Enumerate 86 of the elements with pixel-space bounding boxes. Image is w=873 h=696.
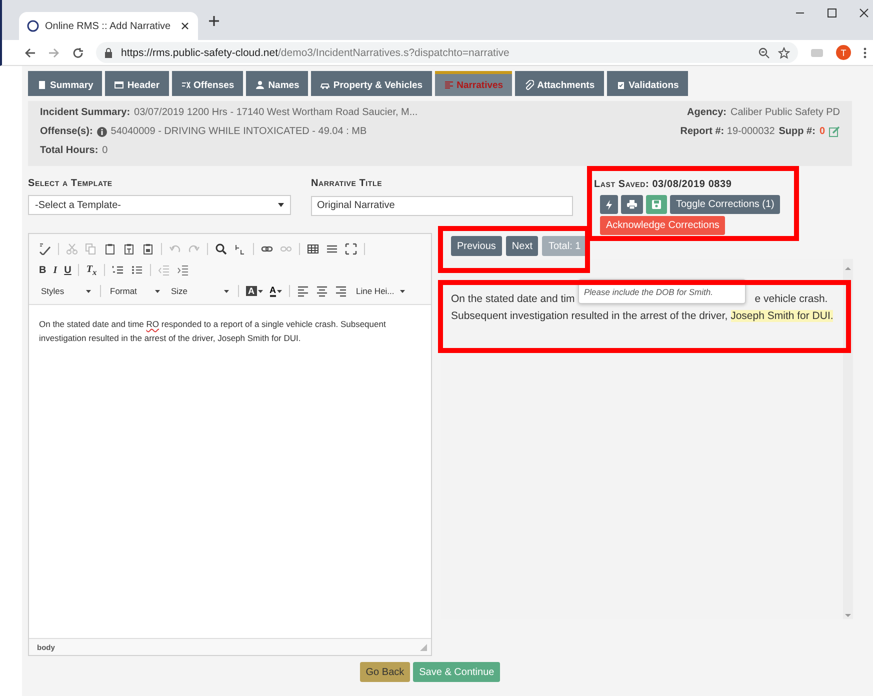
bold-button[interactable]: B <box>39 264 46 276</box>
caret-icon <box>277 290 282 292</box>
numbered-list-icon[interactable] <box>112 264 124 276</box>
clipboard-icon <box>616 80 626 90</box>
template-select[interactable]: -Select a Template- <box>28 195 291 215</box>
loading-icon <box>27 20 39 32</box>
supp-value: 0 <box>819 126 825 137</box>
save-button[interactable] <box>646 195 667 214</box>
total-count: Total: 1 <box>542 236 587 256</box>
browser-tab[interactable]: Online RMS :: Add Narrative <box>19 12 198 40</box>
align-right-icon[interactable] <box>335 285 347 297</box>
clear-format-button[interactable]: T$_{x}$ <box>86 264 97 276</box>
go-back-button[interactable]: Go Back <box>360 662 410 682</box>
nav-tab[interactable]: Header <box>105 71 169 96</box>
editor-text[interactable]: On the stated date and time RO responded to a report of a single vehicle crash. Subsequent investigation resulted in the arrest of the driver, Joseph Smith for DUI. <box>29 305 431 638</box>
printer-icon <box>627 200 637 209</box>
narrative-title-label: Narrative Title <box>311 178 384 189</box>
horizontal-line-icon[interactable] <box>326 243 338 255</box>
star-icon[interactable] <box>778 46 790 58</box>
toggle-corrections-button[interactable]: Toggle Corrections (1) <box>670 195 780 214</box>
profile-avatar[interactable]: T <box>836 45 851 60</box>
back-icon[interactable] <box>24 46 36 58</box>
nav-tab[interactable]: Offenses <box>172 71 244 96</box>
lightning-button[interactable] <box>600 195 618 214</box>
nav-tab[interactable]: Names <box>246 71 308 96</box>
line-height-dropdown[interactable]: Line Hei... <box>354 286 408 296</box>
report-number: Report #: 19-000032 <box>680 126 775 137</box>
lightning-icon <box>606 200 612 210</box>
size-dropdown[interactable]: Size <box>169 286 231 296</box>
text-color-button[interactable]: A <box>270 285 282 297</box>
menu-icon[interactable] <box>863 46 867 58</box>
maximize-icon[interactable] <box>827 8 837 18</box>
format-dropdown[interactable]: Format <box>108 286 162 296</box>
narrative-title-field[interactable]: Original Narrative <box>311 196 573 216</box>
zoom-out-icon[interactable] <box>758 46 770 58</box>
paste-text-icon[interactable] <box>123 243 135 255</box>
spellcheck-icon[interactable] <box>39 243 51 255</box>
plus-icon[interactable] <box>208 15 220 27</box>
close-icon[interactable] <box>859 8 869 18</box>
table-icon[interactable] <box>307 243 319 255</box>
fullscreen-icon[interactable] <box>345 243 357 255</box>
caret-icon <box>224 290 229 292</box>
previous-button[interactable]: Previous <box>451 236 502 256</box>
search-icon[interactable] <box>215 243 227 255</box>
narrative-text: On the stated date and tim <box>451 293 575 305</box>
last-saved: Last Saved: 03/08/2019 0839 <box>594 179 733 190</box>
nav-tab[interactable]: Attachments <box>515 71 604 96</box>
nav-tab[interactable]: Validations <box>606 71 688 96</box>
header-icon <box>114 80 124 90</box>
align-left-icon[interactable] <box>297 285 309 297</box>
italic-button[interactable]: I <box>53 264 58 276</box>
nav-tab[interactable]: Summary <box>28 71 102 96</box>
list-icon <box>444 80 454 90</box>
caret-icon <box>86 290 91 292</box>
indent-icon[interactable] <box>176 264 189 276</box>
incident-summary: Incident Summary: 03/07/2019 1200 Hrs - 17140 West Wortham Road Saucier, M... <box>40 107 418 118</box>
caret-icon <box>258 290 262 292</box>
caret-icon <box>400 290 406 292</box>
bullet-list-icon[interactable] <box>130 264 143 276</box>
supp-label: Supp #: <box>778 126 816 137</box>
template-label: Select a Template <box>28 178 114 189</box>
narrative-text: Subsequent investigation resulted in the arrest of the driver, Joseph Smith for DUI. <box>451 310 834 322</box>
next-button[interactable]: Next <box>506 236 538 256</box>
total-hours: Total Hours: 0 <box>40 145 109 156</box>
underline-button[interactable]: U <box>64 264 72 276</box>
agency: Agency: Caliber Public Safety PD <box>687 107 840 118</box>
close-icon[interactable] <box>180 21 190 31</box>
lock-icon <box>104 47 113 58</box>
nav-tab[interactable]: Property & Vehicles <box>311 71 432 96</box>
caret-icon <box>155 290 160 292</box>
person-icon <box>255 80 266 90</box>
offense-value: 54040009 - DRIVING WHILE INTOXICATED - 49.04 : MB <box>110 126 367 137</box>
reload-icon[interactable] <box>72 46 84 58</box>
offense-label: Offense(s): <box>40 126 93 137</box>
resize-handle-icon[interactable] <box>420 644 427 650</box>
paste-icon[interactable] <box>104 243 116 255</box>
paperclip-icon <box>524 80 534 90</box>
address-bar[interactable]: https://rms.public-safety-cloud.net/demo3/IncidentNarratives.s?dispatchto=narrative <box>96 42 798 63</box>
narrative-text: e vehicle crash. <box>754 293 828 305</box>
align-center-icon[interactable] <box>316 285 328 297</box>
info-icon <box>96 126 107 136</box>
caret-icon <box>278 203 284 207</box>
print-button[interactable] <box>621 195 643 214</box>
styles-dropdown[interactable]: Styles <box>39 286 93 296</box>
paste-word-icon[interactable] <box>142 243 154 255</box>
document-icon <box>37 80 47 90</box>
